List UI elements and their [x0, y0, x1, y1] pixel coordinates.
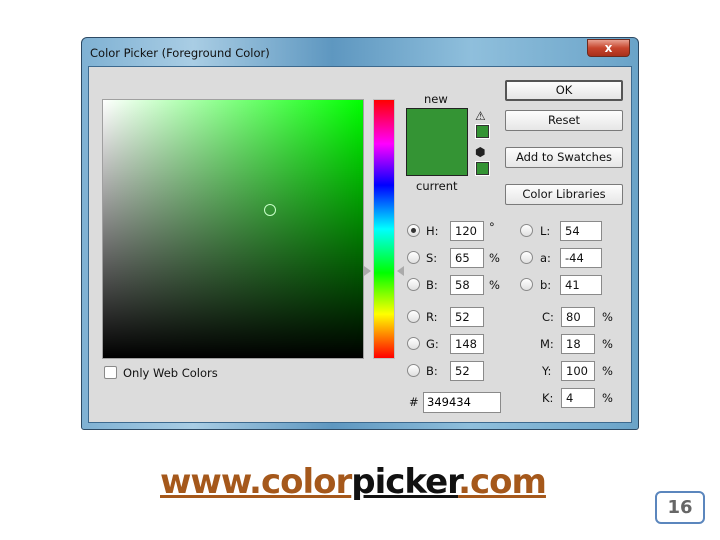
hex-label: # — [409, 395, 419, 409]
saturation-label: S: — [426, 251, 438, 265]
yellow-label: Y: — [542, 364, 552, 378]
lab-a-radio[interactable] — [520, 251, 533, 264]
blue-input[interactable]: 52 — [450, 361, 484, 381]
lab-a-input[interactable]: -44 — [560, 248, 602, 268]
red-radio[interactable] — [407, 310, 420, 323]
blue-label: B: — [426, 364, 438, 378]
black-unit: % — [602, 391, 613, 405]
slide-number: 16 — [655, 491, 705, 524]
reset-button[interactable]: Reset — [505, 110, 623, 131]
lab-b-label: b: — [540, 278, 552, 292]
lab-l-input[interactable]: 54 — [560, 221, 602, 241]
url-part-1: www.color — [160, 462, 352, 502]
add-to-swatches-button[interactable]: Add to Swatches — [505, 147, 623, 168]
saturation-brightness-field[interactable] — [102, 99, 364, 359]
url-part-2: picker — [351, 462, 459, 502]
close-button[interactable]: x — [587, 39, 630, 57]
gamut-warning-icon[interactable]: ⚠ — [475, 109, 486, 123]
magenta-label: M: — [540, 337, 554, 351]
title-bar: Color Picker (Foreground Color) x — [82, 38, 638, 66]
color-selector-circle[interactable] — [264, 204, 276, 216]
dialog-title: Color Picker (Foreground Color) — [90, 46, 270, 60]
close-icon: x — [604, 41, 613, 55]
saturation-unit: % — [489, 251, 500, 265]
color-libraries-button[interactable]: Color Libraries — [505, 184, 623, 205]
ok-button[interactable]: OK — [505, 80, 623, 101]
lab-b-input[interactable]: 41 — [560, 275, 602, 295]
blue-radio[interactable] — [407, 364, 420, 377]
saturation-input[interactable]: 65 — [450, 248, 484, 268]
web-safe-color-swatch[interactable] — [475, 161, 490, 176]
brightness-label: B: — [426, 278, 438, 292]
black-label: K: — [542, 391, 554, 405]
brightness-input[interactable]: 58 — [450, 275, 484, 295]
cyan-unit: % — [602, 310, 613, 324]
new-current-color-swatch — [406, 108, 468, 176]
url-part-3: .com — [458, 462, 547, 502]
hue-label: H: — [426, 224, 439, 238]
color-picker-dialog: Color Picker (Foreground Color) x new cu… — [81, 37, 639, 430]
website-link[interactable]: www.colorpicker.com — [160, 462, 547, 502]
red-label: R: — [426, 310, 438, 324]
current-label: current — [416, 179, 458, 193]
lab-a-label: a: — [540, 251, 551, 265]
yellow-unit: % — [602, 364, 613, 378]
green-radio[interactable] — [407, 337, 420, 350]
magenta-input[interactable]: 18 — [561, 334, 595, 354]
cyan-label: C: — [542, 310, 554, 324]
yellow-input[interactable]: 100 — [561, 361, 595, 381]
saturation-radio[interactable] — [407, 251, 420, 264]
hue-unit: ° — [489, 220, 495, 234]
hex-input[interactable]: 349434 — [423, 392, 501, 413]
black-input[interactable]: 4 — [561, 388, 595, 408]
hue-input[interactable]: 120 — [450, 221, 484, 241]
web-safe-cube-icon[interactable]: ⬢ — [475, 145, 485, 159]
brightness-radio[interactable] — [407, 278, 420, 291]
hue-slider-left-arrow-icon[interactable] — [364, 266, 371, 276]
dialog-body: new current ⚠ ⬢ OK Reset Add to Swatches… — [88, 66, 632, 423]
cyan-input[interactable]: 80 — [561, 307, 595, 327]
only-web-colors-checkbox[interactable] — [104, 366, 117, 379]
only-web-colors-label: Only Web Colors — [123, 366, 218, 380]
hue-radio[interactable] — [407, 224, 420, 237]
green-label: G: — [426, 337, 439, 351]
red-input[interactable]: 52 — [450, 307, 484, 327]
lab-l-radio[interactable] — [520, 224, 533, 237]
new-label: new — [424, 92, 448, 106]
green-input[interactable]: 148 — [450, 334, 484, 354]
brightness-unit: % — [489, 278, 500, 292]
hue-slider-right-arrow-icon[interactable] — [397, 266, 404, 276]
lab-b-radio[interactable] — [520, 278, 533, 291]
lab-l-label: L: — [540, 224, 551, 238]
gamut-color-swatch[interactable] — [475, 124, 490, 139]
magenta-unit: % — [602, 337, 613, 351]
hue-slider[interactable] — [373, 99, 395, 359]
